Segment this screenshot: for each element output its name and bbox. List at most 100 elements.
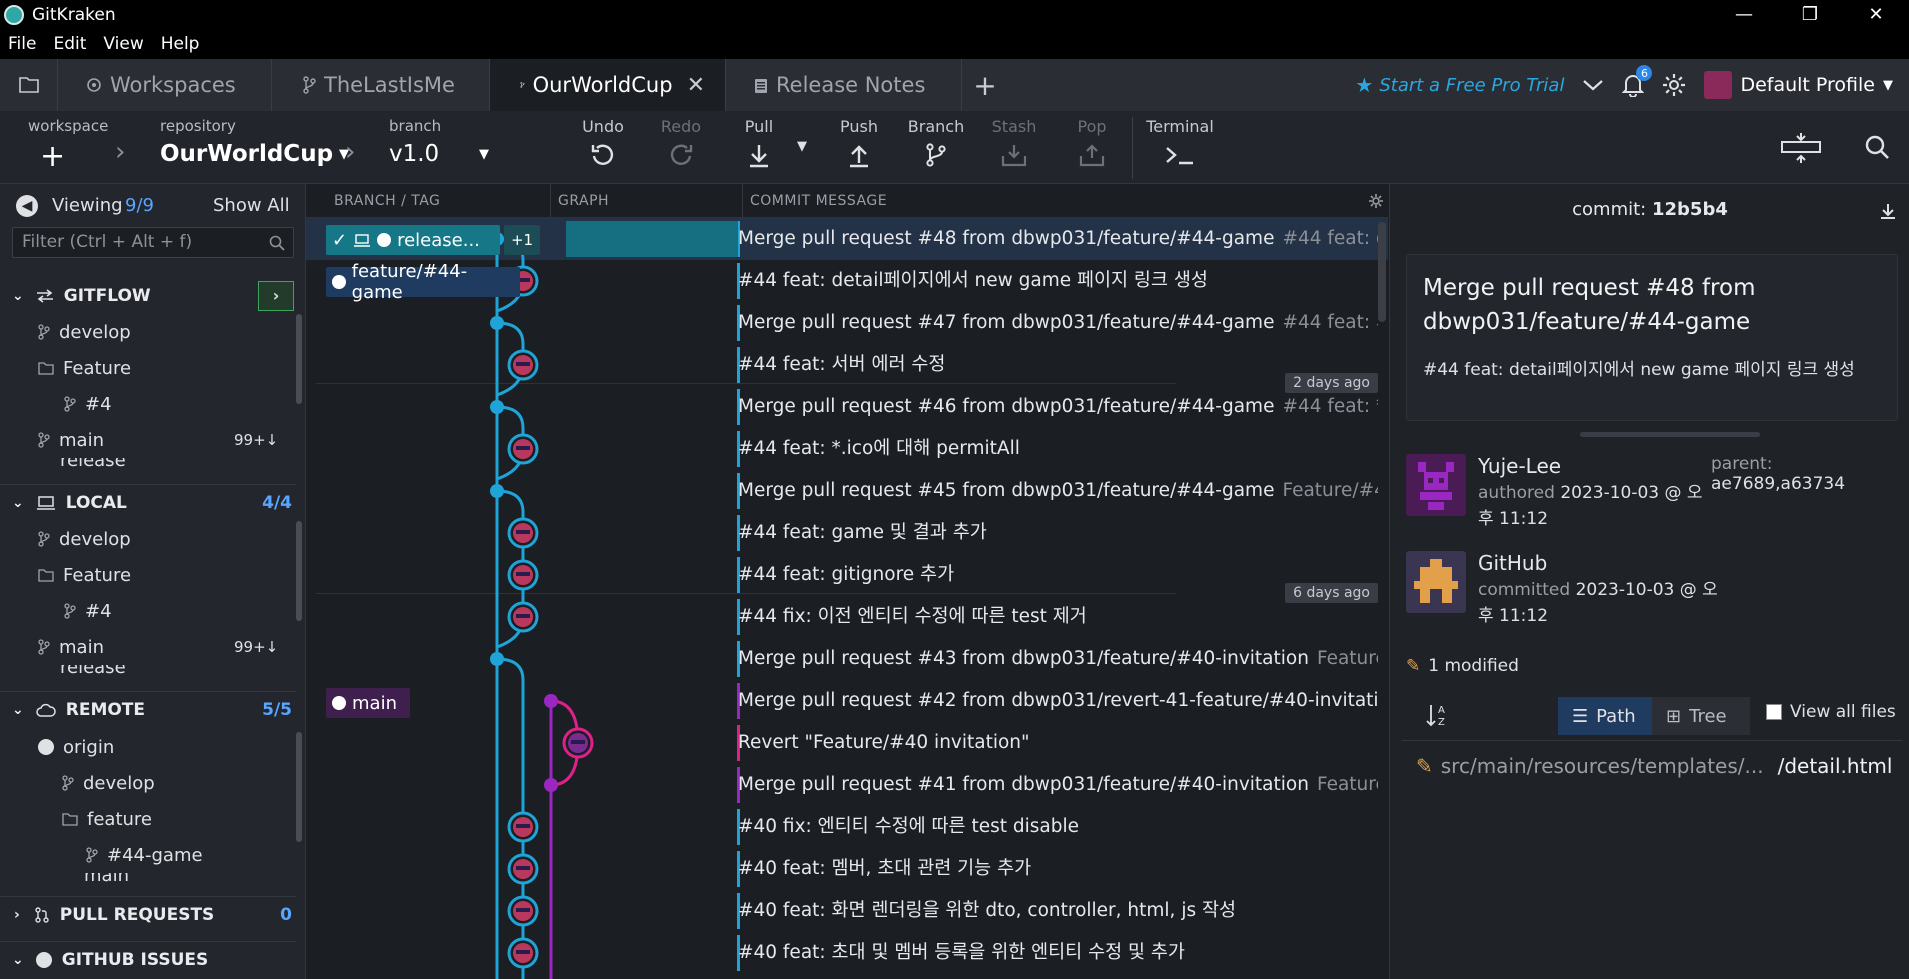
commit-header: commit: 12b5b4	[1390, 184, 1909, 236]
sort-az-icon[interactable]: AZ	[1426, 702, 1452, 728]
laptop-icon	[354, 233, 371, 247]
menu-edit[interactable]: Edit	[53, 34, 86, 54]
gitflow-action-button[interactable]: ›	[258, 281, 294, 311]
sidebar-scrollbar[interactable]	[296, 521, 302, 621]
view-all-files-toggle[interactable]: View all files	[1766, 702, 1896, 722]
path-view-button[interactable]: ☰ Path	[1558, 697, 1652, 735]
local-section-header[interactable]: ⌄ LOCAL 4/4	[0, 484, 296, 520]
github-issues-section-header[interactable]: ⌄ GITHUB ISSUES	[0, 941, 296, 977]
ref-feature-44-game[interactable]: feature/#44-game	[326, 261, 520, 303]
commit-body: #44 feat: detail페이지에서 new game 페이지 링크 생성	[1423, 360, 1855, 380]
branch-selector[interactable]: v1.0 ▼	[389, 141, 489, 167]
filter-input[interactable]: Filter (Ctrl + Alt + f)	[12, 227, 294, 258]
resize-handle[interactable]	[1580, 432, 1760, 437]
commit-message-column-header[interactable]: COMMIT MESSAGE	[750, 193, 887, 209]
branch-button[interactable]: Branch	[906, 111, 966, 184]
tree-view-button[interactable]: ⊞ Tree	[1652, 697, 1750, 735]
sidebar-item-release-clipped[interactable]: release	[38, 665, 238, 681]
sidebar-item-4[interactable]: #4	[64, 593, 112, 629]
commit-sha[interactable]: 12b5b4	[1652, 199, 1728, 220]
profile-menu[interactable]: Default Profile ▼	[1704, 71, 1893, 99]
collapse-sidebar-icon[interactable]: ◀	[16, 195, 38, 217]
minimize-button[interactable]: —	[1711, 0, 1777, 29]
graph-column-header[interactable]: GRAPH	[558, 193, 609, 209]
menu-view[interactable]: View	[103, 34, 143, 54]
sidebar-item-develop[interactable]: develop	[38, 521, 131, 557]
redo-button[interactable]: Redo	[651, 111, 711, 184]
notifications-button[interactable]: 6	[1622, 65, 1653, 97]
pull-button[interactable]: Pull	[729, 111, 789, 184]
gear-icon[interactable]	[1662, 73, 1686, 97]
pro-trial-link[interactable]: ★ Start a Free Pro Trial	[1355, 73, 1564, 97]
folder-button[interactable]	[0, 59, 58, 111]
sidebar-item-4[interactable]: #4	[64, 386, 112, 422]
gitflow-section-header[interactable]: ⌄ GITFLOW ›	[0, 278, 296, 314]
push-button[interactable]: Push	[829, 111, 889, 184]
terminal-button[interactable]: Terminal	[1145, 111, 1215, 184]
sidebar-scrollbar[interactable]	[296, 732, 302, 842]
view-all-checkbox[interactable]	[1766, 704, 1782, 720]
author-name[interactable]: Yuje-Lee	[1478, 454, 1561, 478]
sidebar-scrollbar[interactable]	[296, 314, 302, 404]
ref-release-branch[interactable]: ✓ release...	[326, 225, 500, 255]
committer-name[interactable]: GitHub	[1478, 551, 1547, 575]
add-workspace-button[interactable]: +	[40, 139, 65, 174]
branch-icon	[38, 432, 50, 448]
menu-help[interactable]: Help	[161, 34, 200, 54]
download-icon[interactable]	[1879, 202, 1897, 220]
profile-avatar	[1704, 71, 1733, 99]
modified-file-row[interactable]: ✎ src/main/resources/templates/... /deta…	[1416, 754, 1892, 778]
branch-tag-column-header[interactable]: BRANCH / TAG	[334, 193, 440, 209]
parent-shas[interactable]: ae7689,a63734	[1711, 474, 1845, 494]
sidebar-item-develop[interactable]: develop	[38, 314, 131, 350]
remote-section-header[interactable]: ⌄ REMOTE 5/5	[0, 691, 296, 727]
close-tab-icon[interactable]: ✕	[687, 73, 705, 98]
svg-text:A: A	[1438, 705, 1445, 716]
maximize-button[interactable]: ❐	[1777, 0, 1843, 29]
sidebar-folder-remote-feature[interactable]: feature	[62, 801, 152, 837]
sidebar-folder-feature[interactable]: Feature	[38, 350, 131, 386]
commit-graph[interactable]: Merge pull request #48 from dbwp031/feat…	[306, 218, 1388, 979]
local-title: LOCAL	[65, 492, 127, 513]
sidebar-folder-feature[interactable]: Feature	[38, 557, 131, 593]
graph-scrollbar[interactable]	[1378, 222, 1386, 322]
chevron-down-icon[interactable]	[1582, 78, 1604, 92]
sidebar-item-44-game[interactable]: #44-game	[86, 837, 203, 873]
show-all-button[interactable]: Show All	[213, 195, 290, 216]
pull-options-caret-icon[interactable]: ▼	[797, 139, 807, 154]
commit-avatar-icon	[516, 824, 530, 828]
new-tab-button[interactable]: +	[962, 69, 1008, 102]
undo-button[interactable]: Undo	[573, 111, 633, 184]
commit-message-box[interactable]: Merge pull request #48 from dbwp031/feat…	[1406, 254, 1898, 421]
tab-ourworldcup[interactable]: OurWorldCup ✕	[490, 59, 726, 111]
repository-selector[interactable]: OurWorldCup ▼	[160, 141, 349, 167]
column-settings-gear-icon[interactable]	[1368, 193, 1384, 209]
sidebar-item-label: develop	[59, 321, 131, 343]
sidebar-item-release-clipped[interactable]: release	[38, 458, 238, 474]
commit-avatar-icon	[516, 614, 530, 618]
tab-thelastisme[interactable]: TheLastIsMe	[272, 59, 490, 111]
github-octocat-icon	[332, 275, 346, 289]
pull-requests-section-header[interactable]: › PULL REQUESTS 0	[0, 896, 296, 932]
checkmark-icon: ✓	[332, 229, 348, 251]
pop-button[interactable]: Pop	[1062, 111, 1122, 184]
search-icon[interactable]	[1864, 134, 1890, 160]
layout-toggle-icon[interactable]	[1780, 131, 1822, 165]
sidebar-item-remote-main-clipped[interactable]: main	[62, 873, 262, 889]
stash-button[interactable]: Stash	[984, 111, 1044, 184]
ref-main[interactable]: main	[326, 688, 410, 718]
commit-summary: #40 fix: 엔티티 수정에 따른 test disable	[738, 816, 1079, 837]
tab-release-notes[interactable]: Release Notes	[726, 59, 962, 111]
sidebar-item-origin[interactable]: origin	[38, 729, 114, 765]
redo-icon	[670, 144, 693, 165]
close-window-button[interactable]: ✕	[1843, 0, 1909, 29]
tab-workspaces[interactable]: Workspaces	[58, 59, 272, 111]
sidebar-item-main[interactable]: main 99+↓	[38, 422, 288, 458]
commit-description: Feature/#44 g...	[1282, 480, 1378, 501]
sidebar-item-remote-develop[interactable]: develop	[62, 765, 155, 801]
menu-file[interactable]: File	[8, 34, 36, 54]
sidebar-item-main[interactable]: main 99+↓	[38, 629, 288, 665]
commit-avatar-icon	[516, 530, 530, 534]
commit-description: #44 feat: *.ico...	[1282, 396, 1378, 417]
ref-more-badge[interactable]: +1	[504, 225, 540, 255]
